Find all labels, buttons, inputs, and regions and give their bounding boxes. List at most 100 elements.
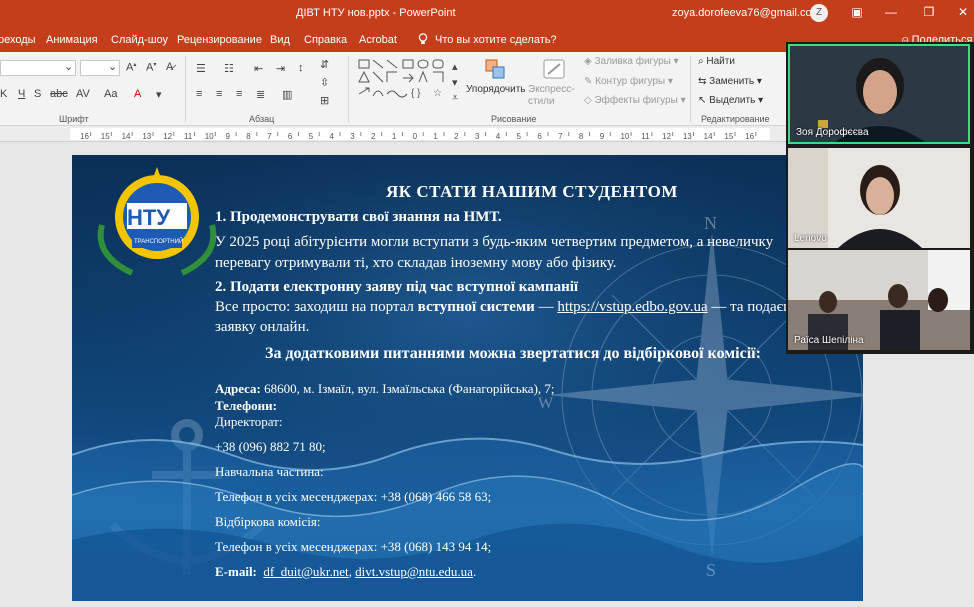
compass-west-label: W <box>538 395 554 412</box>
line-spacing-icon[interactable]: ↕ <box>298 62 304 74</box>
shapes-gallery[interactable]: { } ☆ <box>357 58 449 108</box>
chevron-down-icon[interactable]: ⌄ <box>64 60 73 73</box>
ruler-tick-label: 13 <box>683 132 692 141</box>
increase-indent-icon[interactable]: ⇥ <box>276 62 285 75</box>
logo-ribbon-text: ТРАНСПОРТНИЙ <box>134 239 184 245</box>
shape-fill-button[interactable]: ◈ Заливка фигуры ▾ <box>584 56 679 67</box>
participant-name: Зоя Дорофєєва <box>796 127 869 138</box>
strikethrough-icon[interactable]: K <box>0 88 7 100</box>
numbering-icon[interactable]: ☷ <box>224 62 234 75</box>
admission-label: Відбіркова комісія: <box>215 514 321 529</box>
change-case-icon[interactable]: Aa <box>104 88 117 100</box>
shadow-icon[interactable]: S <box>34 88 41 100</box>
tab-slideshow[interactable]: Слайд-шоу <box>111 34 168 46</box>
participant-tile-3[interactable]: Раїса Шепіліна <box>788 250 970 350</box>
smartart-icon[interactable]: ⊞ <box>320 94 329 107</box>
text-direction-icon[interactable]: ⇵ <box>320 58 329 71</box>
arrange-button[interactable]: Упорядочить <box>466 84 526 95</box>
editing-group-label: Редактирование <box>701 114 770 124</box>
contact-heading: За додатковими питаннями можна звертатис… <box>265 345 761 362</box>
tab-help[interactable]: Справка <box>304 34 347 46</box>
tell-me-box[interactable]: Что вы хотите сделать? <box>435 34 557 46</box>
chevron-down-icon[interactable]: ⌄ <box>108 60 117 73</box>
ruler-tick-label: 1 <box>392 132 397 141</box>
justify-icon[interactable]: ≣ <box>256 88 265 101</box>
step2-heading: 2. Подати електронну заяву під час вступ… <box>215 279 579 295</box>
effects-icon: ◇ <box>584 95 595 106</box>
participant-tile-2[interactable]: Lenovo <box>788 148 970 248</box>
ruler-tick-label: 4 <box>329 132 334 141</box>
minimize-icon[interactable]: — <box>884 5 898 19</box>
gallery-up-icon[interactable]: ▴ <box>452 60 458 73</box>
tab-animations[interactable]: Анимация <box>46 34 98 46</box>
academic-phone: Телефон в усіх месенджерах: +38 (068) 46… <box>215 489 492 504</box>
bullets-icon[interactable]: ☰ <box>196 62 206 75</box>
decrease-indent-icon[interactable]: ⇤ <box>254 62 263 75</box>
email-line: E-mail: df_duit@ukr.net, divt.vstup@ntu.… <box>215 564 477 579</box>
email-link-1[interactable]: df_duit@ukr.net <box>263 564 348 579</box>
participant-name: Раїса Шепіліна <box>794 335 864 346</box>
ruler-tick-label: 10 <box>620 132 629 141</box>
gallery-more-icon[interactable]: ⩡ <box>452 92 458 105</box>
align-right-icon[interactable]: ≡ <box>236 88 242 100</box>
account-avatar[interactable]: Z <box>810 4 828 22</box>
account-email[interactable]: zoya.dorofeeva76@gmail.com <box>672 7 821 19</box>
compass-north-label: N <box>704 213 717 233</box>
find-button[interactable]: ⌕ Найти <box>698 56 735 67</box>
step2-text-line2: заявку онлайн. <box>215 319 310 335</box>
email-link-2[interactable]: divt.vstup@ntu.edu.ua <box>355 564 473 579</box>
columns-icon[interactable]: ▥ <box>282 88 292 101</box>
restore-icon[interactable]: ❐ <box>922 5 936 19</box>
title-bar: ДІВТ НТУ нов.pptx - PowerPoint zoya.doro… <box>0 0 974 28</box>
close-icon[interactable]: ✕ <box>956 5 970 19</box>
slide-canvas[interactable]: НТУ ТРАНСПОРТНИЙ N W S ЯК СТАТИ НАШИМ СТ… <box>72 155 863 601</box>
tab-review[interactable]: Рецензирование <box>177 34 262 46</box>
pen-icon: ✎ <box>584 76 596 87</box>
ruler-tick-label: 2 <box>371 132 376 141</box>
shrink-font-icon[interactable]: A▾ <box>146 61 156 74</box>
tab-view[interactable]: Вид <box>270 34 290 46</box>
align-left-icon[interactable]: ≡ <box>196 88 202 100</box>
participant-tile-1[interactable]: Зоя Дорофєєва <box>788 44 970 144</box>
ruler-tick-label: 1 <box>433 132 438 141</box>
gallery-down-icon[interactable]: ▾ <box>452 76 458 89</box>
quick-styles-button[interactable]: Экспресс-стили <box>528 84 588 108</box>
select-button[interactable]: ↖ Выделить ▾ <box>698 95 763 106</box>
compass-south-label: S <box>706 560 717 580</box>
ruler-tick-label: 2 <box>454 132 459 141</box>
underline-icon[interactable]: Ч <box>18 88 25 100</box>
vstup-portal-link[interactable]: https://vstup.edbo.gov.ua <box>557 299 707 315</box>
ruler-tick-label: 8 <box>246 132 251 141</box>
horizontal-ruler: 16 15 14 13 12 11 10 9 8 7 6 5 4 3 2 1 0 1 2 3 4 5 6 7 8 9 10 11 12 1… <box>0 126 786 142</box>
ribbon-display-icon[interactable]: ▣ <box>850 5 864 19</box>
ruler-tick-label: 6 <box>288 132 293 141</box>
ruler-tick-label: 7 <box>267 132 272 141</box>
char-spacing-icon[interactable]: AV <box>76 88 90 100</box>
font-color-icon[interactable]: A <box>134 88 141 100</box>
director-phone: +38 (096) 882 71 80; <box>215 439 326 454</box>
align-text-icon[interactable]: ⇳ <box>320 76 329 89</box>
clear-format-icon[interactable]: A̷ <box>166 61 173 73</box>
replace-button[interactable]: ⇆ Заменить ▾ <box>698 76 762 87</box>
ruler-tick-label: 6 <box>537 132 542 141</box>
ruler-area: 16 15 14 13 12 11 10 9 8 7 6 5 4 3 2 1 0 1 2 3 4 5 6 7 8 9 10 11 12 1… <box>70 128 770 141</box>
font-group-label: Шрифт <box>59 114 89 124</box>
highlight-icon[interactable]: ▾ <box>156 88 162 101</box>
ruler-tick-label: 15 <box>101 132 110 141</box>
tab-transitions[interactable]: реходы <box>0 34 36 46</box>
ruler-tick-label: 15 <box>724 132 733 141</box>
align-center-icon[interactable]: ≡ <box>216 88 222 100</box>
tab-acrobat[interactable]: Acrobat <box>359 34 397 46</box>
ruler-tick-label: 4 <box>496 132 501 141</box>
grow-font-icon[interactable]: A▴ <box>126 61 136 74</box>
step1-heading: 1. Продемонструвати свої знання на НМТ. <box>215 209 502 225</box>
strike-abc-icon[interactable]: abc <box>50 88 68 100</box>
shape-effects-button[interactable]: ◇ Эффекты фигуры ▾ <box>584 95 686 106</box>
quick-styles-icon <box>542 58 566 80</box>
ruler-tick-label: 11 <box>184 132 193 141</box>
shape-outline-button[interactable]: ✎ Контур фигуры ▾ <box>584 76 673 87</box>
step2-text-line1: Все просто: заходиш на портал вступної с… <box>215 299 795 315</box>
ruler-tick-label: 11 <box>641 132 650 141</box>
step1-text-line2: перевагу отримували ті, хто складав іноз… <box>215 255 617 271</box>
ruler-tick-label: 12 <box>662 132 671 141</box>
